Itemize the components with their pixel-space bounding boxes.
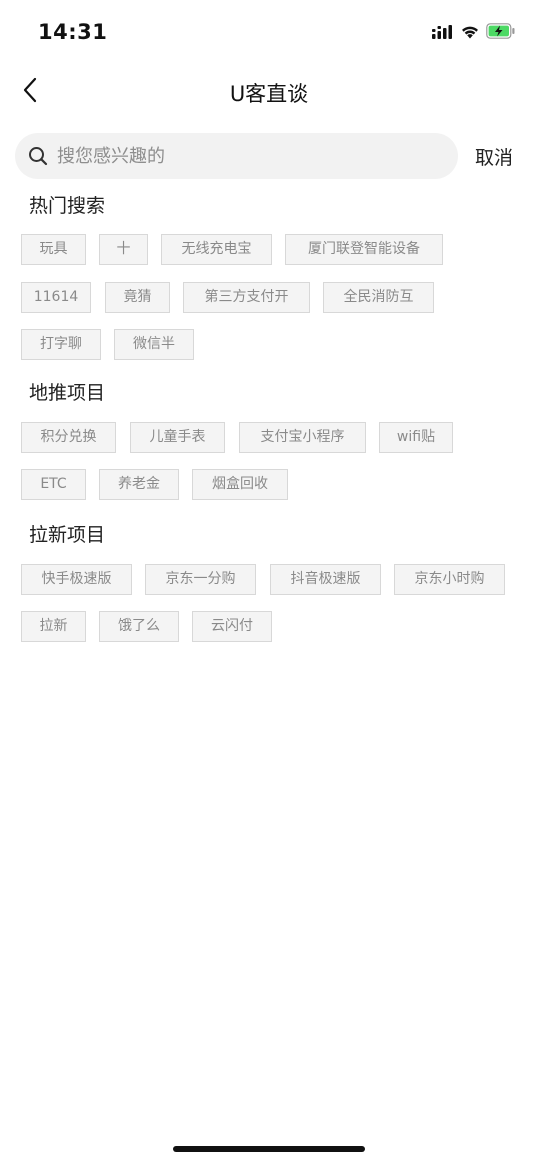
section-title-hot: 热门搜索: [29, 195, 106, 217]
tag-hot[interactable]: 无线充电宝: [161, 234, 272, 265]
tag-ground[interactable]: ETC: [21, 469, 86, 500]
tag-newuser[interactable]: 京东一分购: [145, 564, 256, 595]
tag-newuser[interactable]: 拉新: [21, 611, 86, 642]
signal-icon: [432, 24, 454, 43]
tag-hot[interactable]: 厦门联登智能设备: [285, 234, 443, 265]
tag-newuser[interactable]: 云闪付: [192, 611, 272, 642]
tag-newuser[interactable]: 饿了么: [99, 611, 179, 642]
tag-newuser[interactable]: 京东小时购: [394, 564, 505, 595]
status-bar: 14:31: [0, 0, 538, 66]
tag-hot[interactable]: 第三方支付开: [183, 282, 310, 313]
battery-charging-icon: [486, 23, 516, 43]
search-input[interactable]: [55, 144, 439, 168]
status-icons: [432, 22, 516, 44]
tag-hot[interactable]: 竟猜: [105, 282, 170, 313]
nav-bar: U客直谈: [0, 66, 538, 118]
search-row: 取消: [0, 133, 538, 179]
tag-hot[interactable]: 全民消防互: [323, 282, 434, 313]
tag-ground[interactable]: 积分兑换: [21, 422, 116, 453]
tag-hot[interactable]: 十: [99, 234, 148, 265]
tag-ground[interactable]: 支付宝小程序: [239, 422, 366, 453]
page-title: U客直谈: [229, 82, 309, 106]
tag-hot[interactable]: 玩具: [21, 234, 86, 265]
tag-newuser[interactable]: 抖音极速版: [270, 564, 381, 595]
tag-ground[interactable]: 儿童手表: [130, 422, 225, 453]
section-title-ground: 地推项目: [29, 382, 106, 404]
search-icon: [27, 145, 49, 167]
home-indicator[interactable]: [173, 1146, 365, 1152]
tag-hot[interactable]: 打字聊: [21, 329, 101, 360]
tag-ground[interactable]: 养老金: [99, 469, 179, 500]
tag-newuser[interactable]: 快手极速版: [21, 564, 132, 595]
tag-hot[interactable]: 11614: [21, 282, 91, 313]
tag-ground[interactable]: wifi贴: [379, 422, 453, 453]
tag-ground[interactable]: 烟盒回收: [192, 469, 288, 500]
cancel-button[interactable]: 取消: [475, 143, 513, 170]
tag-hot[interactable]: 微信半: [114, 329, 194, 360]
search-box[interactable]: [15, 133, 458, 179]
section-title-newuser: 拉新项目: [29, 524, 106, 546]
wifi-icon: [460, 24, 480, 43]
status-time: 14:31: [38, 20, 108, 44]
